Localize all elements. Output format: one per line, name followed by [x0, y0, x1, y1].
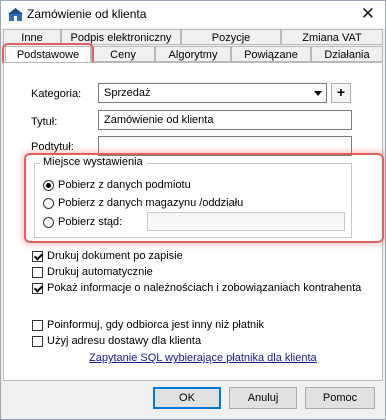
radio-pobierz-stad[interactable] — [43, 217, 54, 228]
checkbox-poinformuj-odbiorca[interactable] — [32, 320, 43, 331]
checkbox-label-pokaz-naleznosci: Pokaż informacje o należnościach i zobow… — [47, 282, 362, 294]
tab-powiazane[interactable]: Powiązane — [231, 46, 311, 62]
radio-label-stad: Pobierz stąd: — [58, 216, 123, 228]
checkbox-adres-dostawy[interactable] — [32, 336, 43, 347]
help-button[interactable]: Pomoc — [305, 387, 375, 409]
title-bar: Zamówienie od klienta ✕ — [1, 1, 385, 28]
radio-pobierz-z-danych-podmiotu[interactable] — [43, 180, 54, 191]
checkbox-pokaz-naleznosci[interactable] — [32, 283, 43, 294]
checkbox-label-drukuj-po-zapisie: Drukuj dokument po zapisie — [47, 250, 183, 262]
sql-platnik-link[interactable]: Zapytanie SQL wybierające płatnika dla k… — [89, 352, 317, 364]
add-kategoria-button[interactable]: + — [331, 83, 351, 103]
ok-button[interactable]: OK — [153, 387, 221, 409]
tytul-label: Tytuł: — [31, 116, 58, 128]
chevron-down-icon — [314, 91, 322, 96]
checkbox-drukuj-po-zapisie[interactable] — [32, 251, 43, 262]
kategoria-select[interactable]: Sprzedaż — [98, 83, 327, 103]
checkbox-label-poinformuj-odbiorca: Poinformuj, gdy odbiorca jest inny niż p… — [47, 319, 265, 331]
radio-label-magazyn: Pobierz z danych magazynu /oddziału — [58, 197, 244, 209]
kategoria-label: Kategoria: — [31, 88, 82, 100]
radio-pobierz-z-danych-magazynu[interactable] — [43, 198, 54, 209]
tab-algorytmy[interactable]: Algorytmy — [155, 46, 231, 62]
checkbox-label-drukuj-automatycznie: Drukuj automatycznie — [47, 266, 153, 278]
tab-zmiana-vat[interactable]: Zmiana VAT — [281, 29, 383, 45]
kategoria-value: Sprzedaż — [104, 87, 151, 99]
pobierz-stad-field[interactable] — [147, 212, 345, 231]
cancel-button[interactable]: Anuluj — [229, 387, 297, 409]
checkbox-label-adres-dostawy: Użyj adresu dostawy dla klienta — [47, 335, 202, 347]
tab-ceny[interactable]: Ceny — [91, 46, 155, 62]
close-icon[interactable]: ✕ — [361, 4, 375, 24]
radio-label-podmiot: Pobierz z danych podmiotu — [58, 179, 191, 191]
podtytul-label: Podtytuł: — [31, 141, 74, 153]
checkbox-drukuj-automatycznie[interactable] — [32, 267, 43, 278]
miejsce-wystawienia-title: Miejsce wystawienia — [40, 156, 146, 168]
tytul-field[interactable]: Zamówienie od klienta — [98, 110, 352, 130]
app-icon — [8, 8, 23, 21]
tab-pozycje[interactable]: Pozycje — [181, 29, 281, 45]
dialog-window: Zamówienie od klienta ✕ Inne Podpis elek… — [0, 0, 386, 420]
window-title: Zamówienie od klienta — [27, 7, 147, 21]
tab-dzialania[interactable]: Działania — [311, 46, 383, 62]
